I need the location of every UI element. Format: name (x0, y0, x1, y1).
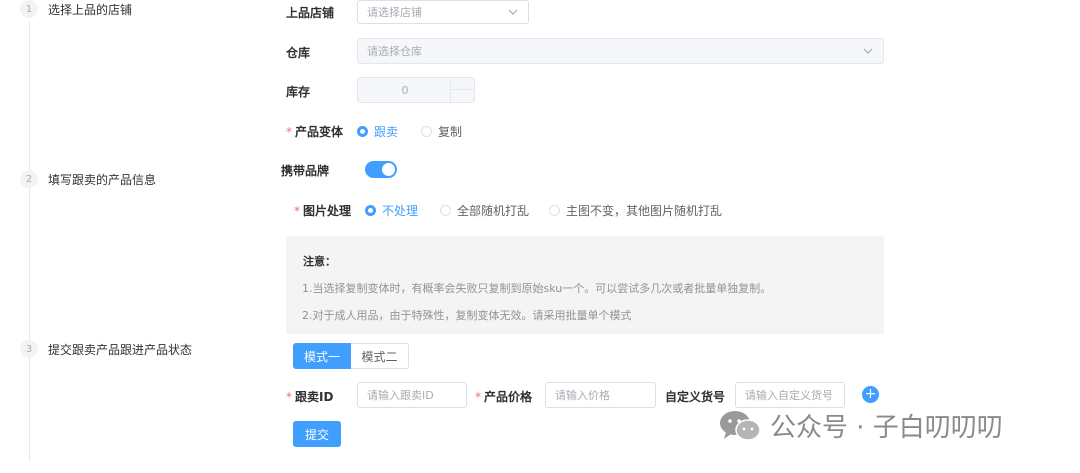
plus-icon[interactable]: + (862, 386, 879, 403)
step-number: 3 (20, 340, 38, 358)
step-number: 1 (20, 0, 38, 18)
tab-mode-1[interactable]: 模式一 (293, 343, 351, 369)
sku-label: 自定义货号 (665, 390, 726, 404)
variant-radio-follow[interactable]: 跟卖 (357, 123, 398, 140)
submit-button[interactable]: 提交 (293, 421, 341, 447)
image-processing-label: * 图片处理 (294, 202, 351, 219)
step-2: 2 填写跟卖的产品信息 (20, 170, 156, 188)
notice-box: 注意： 1.当选择复制变体时，有概率会失败只复制到原始sku一个。可以尝试多几次… (286, 236, 884, 334)
variant-label-text: 产品变体 (295, 125, 344, 139)
tab-mode-2[interactable]: 模式二 (351, 343, 409, 369)
watermark-text: 公众号 · 子白叨叨叨 (770, 413, 1003, 443)
stepper-controls[interactable] (450, 78, 474, 102)
radio-dot (549, 205, 560, 216)
price-input[interactable]: 请输入价格 (545, 382, 656, 408)
steps-connector-line (29, 22, 30, 462)
notice-title: 注意： (303, 255, 336, 268)
step-3: 3 提交跟卖产品跟进产品状态 (20, 340, 192, 358)
steps-panel: 1 选择上品的店铺 2 填写跟卖的产品信息 3 提交跟卖产品跟进产品状态 (0, 0, 260, 473)
warehouse-label: 仓库 (286, 46, 311, 60)
stock-label: 库存 (286, 85, 311, 99)
step-number: 2 (20, 170, 38, 188)
radio-label: 不处理 (382, 204, 419, 218)
image-radio-shuffle-all[interactable]: 全部随机打乱 (440, 202, 529, 219)
radio-dot (357, 126, 368, 137)
radio-label: 主图不变，其他图片随机打乱 (566, 204, 723, 218)
warehouse-select-placeholder: 请选择仓库 (367, 45, 422, 58)
radio-dot (421, 126, 432, 137)
notice-line-1: 1.当选择复制变体时，有概率会失败只复制到原始sku一个。可以尝试多几次或者批量… (302, 282, 772, 295)
stock-stepper[interactable]: 0 (357, 77, 475, 103)
variant-label: * 产品变体 (286, 123, 343, 140)
wechat-icon (720, 410, 761, 441)
required-mark: * (475, 390, 481, 404)
required-mark: * (286, 390, 292, 404)
image-radio-keep-main[interactable]: 主图不变，其他图片随机打乱 (549, 202, 722, 219)
follow-id-input[interactable]: 请输入跟卖ID (357, 382, 467, 408)
step-label: 填写跟卖的产品信息 (48, 172, 157, 187)
brand-toggle[interactable] (365, 161, 397, 178)
chevron-down-icon (508, 9, 518, 15)
required-mark: * (286, 125, 292, 139)
stepper-increase[interactable] (451, 78, 474, 90)
stock-value: 0 (401, 83, 409, 97)
radio-dot (365, 205, 376, 216)
shop-select-placeholder: 请选择店铺 (367, 6, 422, 19)
sku-input[interactable]: 请输入自定义货号 (735, 382, 845, 408)
chevron-down-icon (863, 48, 873, 54)
watermark: 公众号 · 子白叨叨叨 (718, 407, 1003, 444)
radio-label: 复制 (438, 125, 463, 139)
radio-label: 跟卖 (374, 125, 399, 139)
step-label: 提交跟卖产品跟进产品状态 (48, 342, 193, 357)
step-label: 选择上品的店铺 (48, 2, 133, 17)
step-1: 1 选择上品的店铺 (20, 0, 132, 18)
image-processing-label-text: 图片处理 (303, 204, 352, 218)
price-label: * 产品价格 (475, 388, 532, 405)
brand-label: 携带品牌 (281, 164, 330, 178)
shop-label: 上品店铺 (286, 6, 335, 20)
follow-id-label: * 跟卖ID (286, 388, 333, 405)
required-mark: * (294, 204, 300, 218)
radio-dot (440, 205, 451, 216)
follow-id-label-text: 跟卖ID (295, 390, 334, 404)
notice-line-2: 2.对于成人用品，由于特殊性，复制变体无效。请采用批量单个模式 (302, 309, 632, 322)
shop-select[interactable]: 请选择店铺 (357, 0, 529, 24)
toggle-knob (382, 163, 395, 176)
image-radio-none[interactable]: 不处理 (365, 202, 418, 219)
variant-radio-copy[interactable]: 复制 (421, 123, 462, 140)
price-label-text: 产品价格 (484, 390, 533, 404)
radio-label: 全部随机打乱 (457, 204, 530, 218)
warehouse-select[interactable]: 请选择仓库 (357, 38, 884, 64)
